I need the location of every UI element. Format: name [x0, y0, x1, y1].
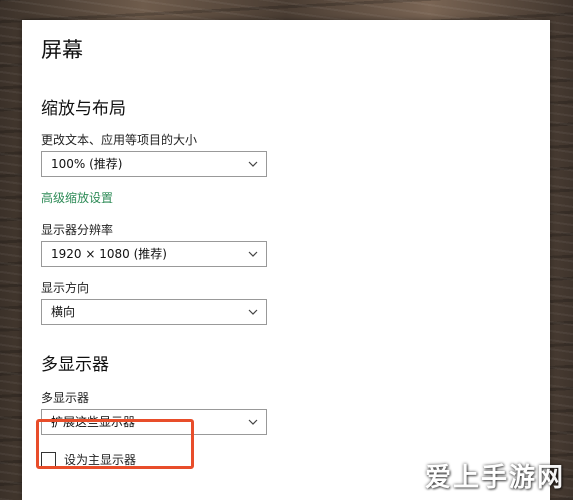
chevron-down-icon — [248, 309, 258, 315]
resolution-dropdown[interactable]: 1920 × 1080 (推荐) — [41, 241, 267, 267]
orientation-label: 显示方向 — [41, 281, 90, 295]
orientation-dropdown[interactable]: 横向 — [41, 299, 267, 325]
scale-layout-heading: 缩放与布局 — [41, 99, 126, 119]
multi-display-label: 多显示器 — [41, 391, 90, 405]
resolution-value: 1920 × 1080 (推荐) — [51, 247, 167, 261]
watermark-logo: 爱上手游网 — [424, 463, 565, 493]
chevron-down-icon — [248, 419, 258, 425]
orientation-value: 横向 — [51, 305, 76, 319]
text-size-dropdown[interactable]: 100% (推荐) — [41, 151, 267, 177]
display-settings-panel: 屏幕 缩放与布局 更改文本、应用等项目的大小 100% (推荐) 高级缩放设置 … — [22, 20, 550, 500]
text-size-value: 100% (推荐) — [51, 157, 123, 171]
page-title: 屏幕 — [41, 38, 83, 62]
highlight-annotation-box — [36, 419, 194, 469]
multi-display-heading: 多显示器 — [41, 355, 109, 375]
advanced-scaling-link[interactable]: 高级缩放设置 — [41, 189, 113, 206]
resolution-label: 显示器分辨率 — [41, 223, 114, 237]
chevron-down-icon — [248, 161, 258, 167]
chevron-down-icon — [248, 251, 258, 257]
text-size-label: 更改文本、应用等项目的大小 — [41, 133, 198, 147]
